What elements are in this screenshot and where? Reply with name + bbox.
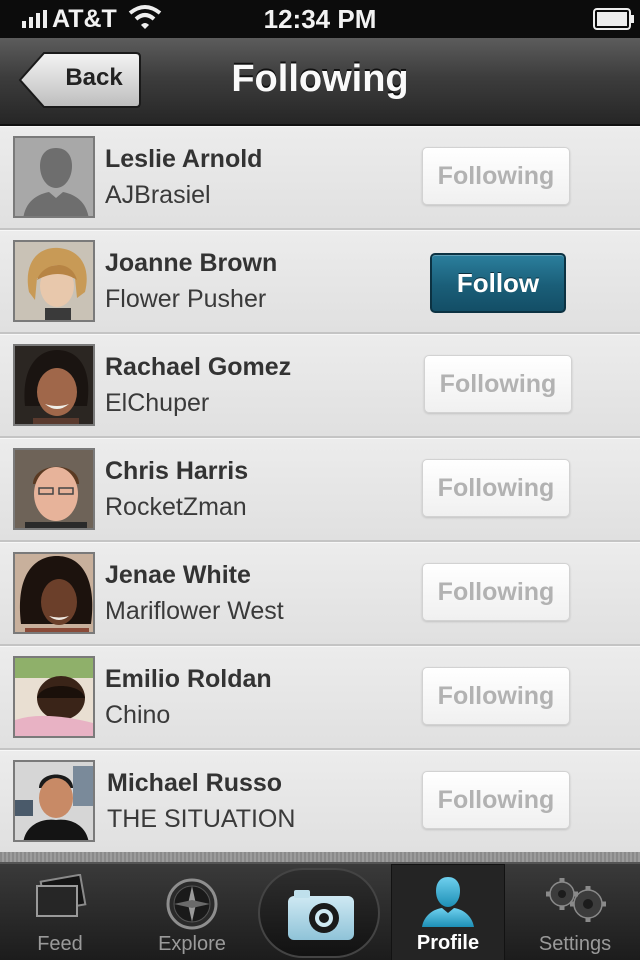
user-handle: AJBrasiel	[105, 181, 211, 209]
following-button[interactable]: Following	[422, 147, 570, 205]
avatar[interactable]	[13, 240, 95, 322]
compass-icon	[166, 878, 218, 930]
profile-photo	[15, 450, 93, 528]
avatar[interactable]	[13, 448, 95, 530]
user-name: Joanne Brown	[105, 249, 278, 277]
tab-bar: Feed Explore Profile Settings	[0, 862, 640, 960]
list-item[interactable]: Michael Russo THE SITUATION Following	[0, 750, 640, 852]
user-handle: ElChuper	[105, 389, 210, 417]
following-button[interactable]: Following	[422, 667, 570, 725]
profile-photo	[15, 346, 93, 424]
list-item[interactable]: Rachael Gomez ElChuper Following	[0, 334, 640, 438]
person-silhouette-icon	[15, 138, 93, 216]
tab-label: Feed	[37, 933, 83, 955]
avatar[interactable]	[13, 552, 95, 634]
clock: 12:34 PM	[263, 4, 377, 34]
following-list: Leslie Arnold AJBrasiel Following Joanne…	[0, 126, 640, 852]
gears-icon	[546, 878, 606, 922]
follow-button[interactable]: Follow	[430, 253, 566, 313]
following-button[interactable]: Following	[424, 355, 572, 413]
avatar[interactable]	[13, 760, 95, 842]
battery-icon	[593, 8, 634, 30]
user-name: Rachael Gomez	[105, 353, 292, 381]
list-item[interactable]: Leslie Arnold AJBrasiel Following	[0, 126, 640, 230]
following-button[interactable]: Following	[422, 459, 570, 517]
user-name: Michael Russo	[107, 769, 283, 797]
avatar[interactable]	[13, 656, 95, 738]
user-handle: Mariflower West	[105, 597, 284, 625]
user-handle: THE SITUATION	[107, 805, 296, 833]
user-handle: Chino	[105, 701, 171, 729]
profile-photo	[15, 658, 93, 736]
user-name: Jenae White	[105, 561, 251, 589]
tab-label: Explore	[158, 933, 226, 955]
person-icon	[422, 877, 474, 927]
list-bottom-divider	[0, 852, 640, 862]
user-name: Chris Harris	[105, 457, 249, 485]
tab-feed[interactable]: Feed	[0, 864, 120, 960]
camera-button[interactable]	[258, 868, 380, 958]
navigation-bar: Back Following	[0, 38, 640, 126]
profile-photo	[15, 242, 93, 320]
following-button[interactable]: Following	[422, 563, 570, 621]
avatar[interactable]	[13, 344, 95, 426]
list-item[interactable]: Chris Harris RocketZman Following	[0, 438, 640, 542]
profile-photo	[15, 554, 93, 632]
tab-settings[interactable]: Settings	[515, 864, 635, 960]
user-handle: Flower Pusher	[105, 285, 267, 313]
list-item[interactable]: Jenae White Mariflower West Following	[0, 542, 640, 646]
profile-photo	[15, 762, 93, 840]
feed-icon	[36, 874, 87, 917]
following-button[interactable]: Following	[422, 771, 570, 829]
list-item[interactable]: Joanne Brown Flower Pusher Follow	[0, 230, 640, 334]
tab-label: Settings	[538, 933, 612, 955]
status-bar: AT&T 12:34 PM	[0, 0, 640, 38]
user-name: Leslie Arnold	[105, 145, 263, 173]
tab-explore[interactable]: Explore	[130, 864, 254, 960]
user-name: Emilio Roldan	[105, 665, 272, 693]
camera-icon	[288, 890, 354, 940]
tab-label: Profile	[416, 932, 480, 954]
avatar[interactable]	[13, 136, 95, 218]
user-handle: RocketZman	[105, 493, 247, 521]
tab-profile[interactable]: Profile	[391, 864, 505, 960]
list-item[interactable]: Emilio Roldan Chino Following	[0, 646, 640, 750]
page-title: Following	[231, 58, 409, 100]
